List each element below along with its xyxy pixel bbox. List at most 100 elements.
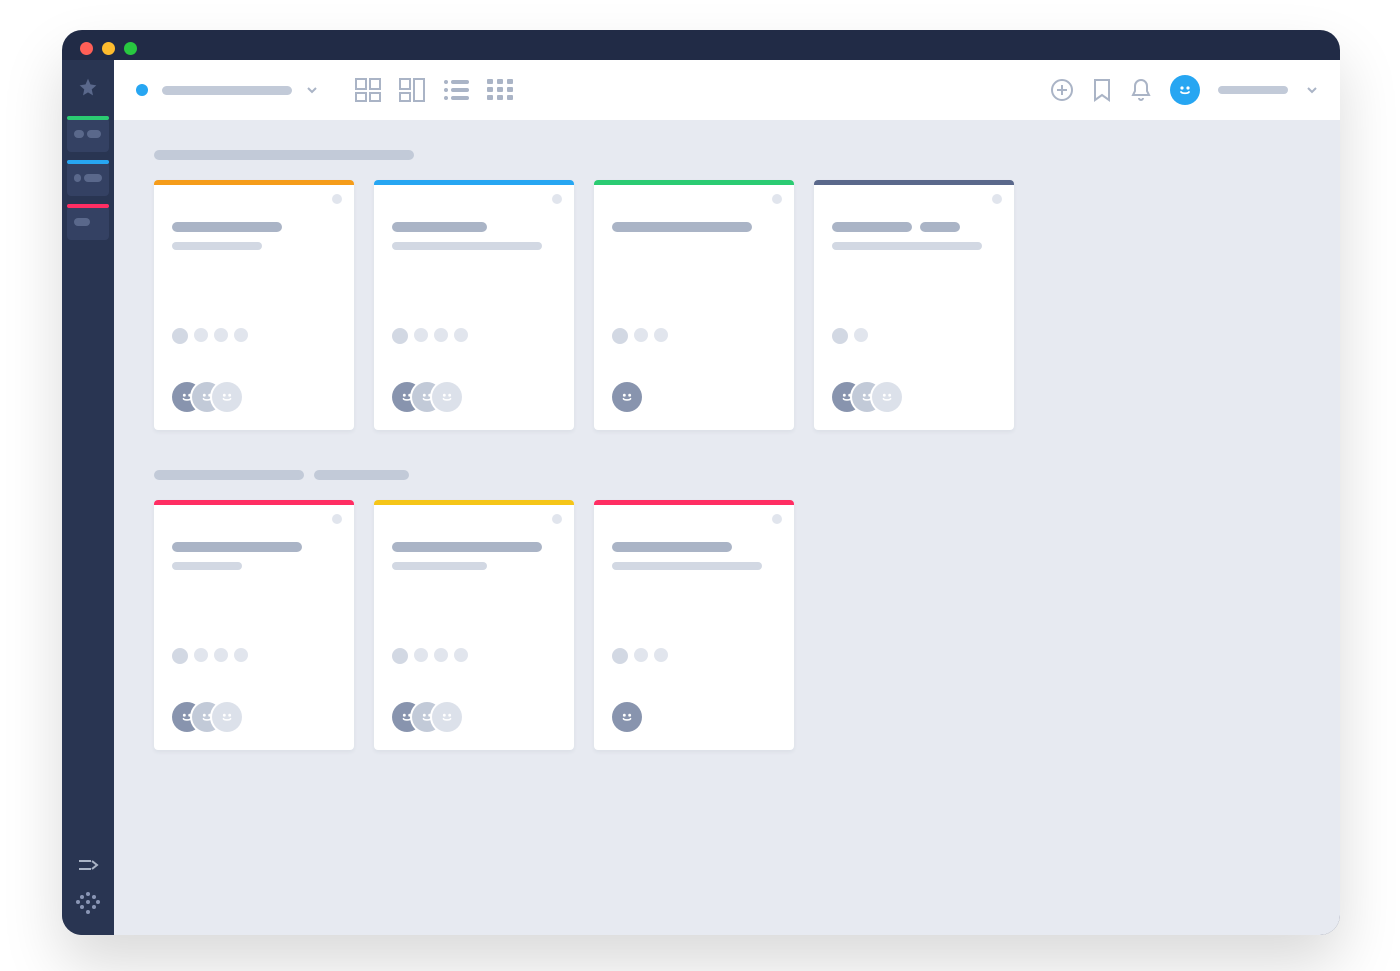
user-name-placeholder	[1218, 86, 1288, 94]
group-title-placeholder	[154, 150, 414, 160]
tag-pill	[634, 648, 648, 662]
card-tag-pills	[392, 648, 468, 664]
tag-pill	[194, 648, 208, 662]
tag-pill	[654, 648, 668, 662]
window-minimize-button[interactable]	[102, 42, 115, 55]
card-color-strip	[594, 180, 794, 185]
assignee-avatar[interactable]	[872, 382, 902, 412]
sidebar	[62, 60, 114, 935]
card-color-strip	[374, 180, 574, 185]
card[interactable]	[374, 500, 574, 750]
card-color-strip	[154, 180, 354, 185]
project-color-dot	[136, 84, 148, 96]
card-assignees	[612, 702, 632, 732]
user-menu-chevron-icon[interactable]	[1306, 84, 1318, 96]
sidebar-item-board-a[interactable]	[67, 118, 109, 152]
card-subtitle-placeholder	[832, 242, 982, 250]
card-title-placeholder	[612, 542, 732, 552]
card-tag-pills	[392, 328, 468, 344]
card-title-placeholder	[172, 542, 302, 552]
card-status-dot	[332, 194, 342, 204]
titlebar	[62, 30, 1340, 60]
card-tag-pills	[172, 648, 248, 664]
card-assignees	[172, 382, 232, 412]
tag-pill	[392, 328, 408, 344]
card-assignees	[392, 702, 452, 732]
assignee-avatar[interactable]	[212, 702, 242, 732]
tag-pill	[612, 648, 628, 664]
card-subtitle-placeholder	[172, 562, 242, 570]
card[interactable]	[374, 180, 574, 430]
card-tag-pills	[612, 648, 668, 664]
sidebar-item-board-c[interactable]	[67, 206, 109, 240]
bookmark-icon[interactable]	[1092, 78, 1112, 102]
assignee-avatar[interactable]	[612, 702, 642, 732]
card-title-placeholder	[612, 222, 752, 232]
card-color-strip	[374, 500, 574, 505]
card-color-strip	[154, 500, 354, 505]
window-zoom-button[interactable]	[124, 42, 137, 55]
assignee-avatar[interactable]	[212, 382, 242, 412]
sidebar-logo-icon	[75, 891, 101, 917]
card-status-dot	[552, 514, 562, 524]
group-title-placeholder	[154, 470, 304, 480]
group-heading	[154, 150, 1300, 160]
card-assignees	[172, 702, 232, 732]
card-title-placeholder	[392, 222, 487, 232]
card-row	[154, 180, 1300, 430]
tag-pill	[454, 648, 468, 662]
card-color-strip	[814, 180, 1014, 185]
tag-pill	[172, 648, 188, 664]
card-color-strip	[594, 500, 794, 505]
card-tag-pills	[612, 328, 668, 344]
card[interactable]	[594, 180, 794, 430]
card-assignees	[612, 382, 632, 412]
sidebar-collapse-icon[interactable]	[77, 857, 99, 873]
card[interactable]	[814, 180, 1014, 430]
card-status-dot	[332, 514, 342, 524]
group-heading	[154, 470, 1300, 480]
card-status-dot	[772, 514, 782, 524]
tag-pill	[612, 328, 628, 344]
card-subtitle-placeholder	[612, 562, 762, 570]
tag-pill	[214, 328, 228, 342]
add-icon[interactable]	[1050, 78, 1074, 102]
card-row	[154, 500, 1300, 750]
content-area	[114, 60, 1340, 935]
card-assignees	[392, 382, 452, 412]
group-title-placeholder	[314, 470, 409, 480]
user-avatar[interactable]	[1170, 75, 1200, 105]
view-grid-small-icon[interactable]	[486, 77, 514, 103]
card[interactable]	[154, 500, 354, 750]
tag-pill	[414, 648, 428, 662]
card-status-dot	[552, 194, 562, 204]
sidebar-item-board-b[interactable]	[67, 162, 109, 196]
bell-icon[interactable]	[1130, 78, 1152, 102]
assignee-avatar[interactable]	[612, 382, 642, 412]
tag-pill	[194, 328, 208, 342]
tag-pill	[172, 328, 188, 344]
card-status-dot	[992, 194, 1002, 204]
project-chevron-icon[interactable]	[306, 84, 318, 96]
assignee-avatar[interactable]	[432, 382, 462, 412]
tag-pill	[854, 328, 868, 342]
topbar	[114, 60, 1340, 120]
card[interactable]	[594, 500, 794, 750]
card[interactable]	[154, 180, 354, 430]
card-tag-pills	[172, 328, 248, 344]
view-list-icon[interactable]	[442, 77, 470, 103]
view-board-icon[interactable]	[398, 77, 426, 103]
card-title-placeholder	[832, 222, 912, 232]
sidebar-boards	[62, 118, 114, 240]
card-subtitle-placeholder	[172, 242, 262, 250]
tag-pill	[454, 328, 468, 342]
window-close-button[interactable]	[80, 42, 93, 55]
card-tag-pills	[832, 328, 868, 344]
view-grid-large-icon[interactable]	[354, 77, 382, 103]
tag-pill	[634, 328, 648, 342]
sidebar-star-icon[interactable]	[62, 66, 114, 108]
project-name-placeholder[interactable]	[162, 86, 292, 95]
assignee-avatar[interactable]	[432, 702, 462, 732]
tag-pill	[234, 328, 248, 342]
board-body	[114, 120, 1340, 820]
